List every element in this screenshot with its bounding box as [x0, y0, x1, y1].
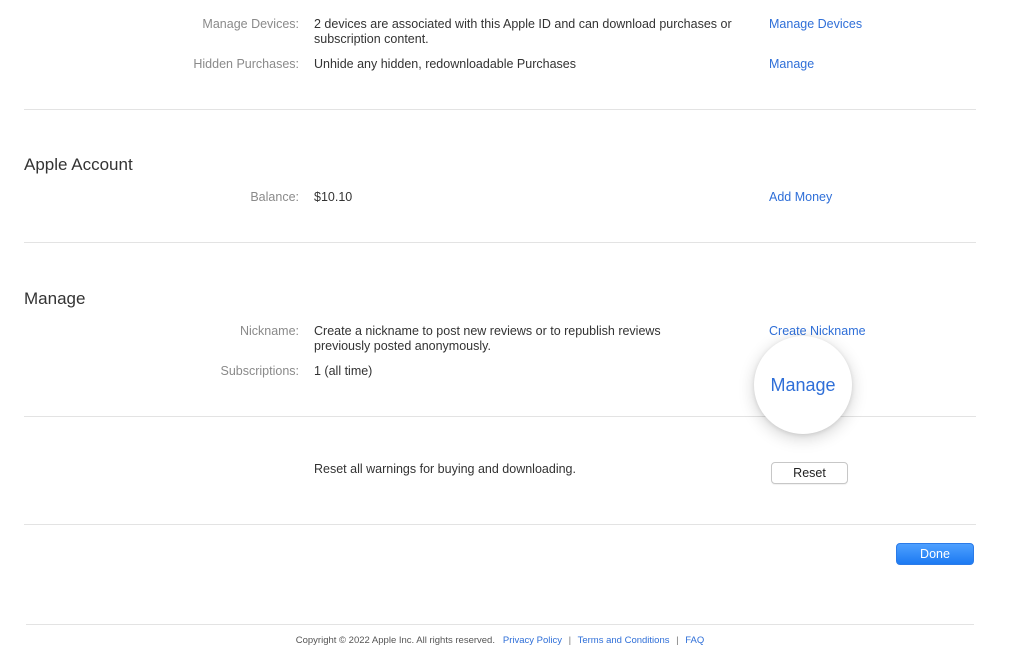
apple-account-heading: Apple Account — [24, 155, 133, 174]
divider — [24, 242, 976, 243]
subscriptions-manage-link[interactable]: Manage — [770, 375, 835, 396]
reset-warnings-description: Reset all warnings for buying and downlo… — [314, 462, 576, 476]
footer-separator: | — [568, 635, 572, 646]
done-button[interactable]: Done — [896, 543, 974, 565]
faq-link[interactable]: FAQ — [685, 635, 704, 646]
balance-label: Balance: — [250, 190, 299, 204]
reset-button[interactable]: Reset — [771, 462, 848, 484]
manage-devices-link[interactable]: Manage Devices — [769, 17, 862, 31]
nickname-label: Nickname: — [239, 324, 299, 338]
subscriptions-label: Subscriptions: — [220, 364, 299, 378]
footer-divider — [26, 624, 974, 625]
divider — [24, 524, 976, 525]
create-nickname-link[interactable]: Create Nickname — [769, 324, 866, 338]
add-money-link[interactable]: Add Money — [769, 190, 832, 204]
manage-heading: Manage — [24, 289, 86, 308]
manage-devices-description: 2 devices are associated with this Apple… — [314, 17, 732, 46]
divider — [24, 109, 976, 110]
hidden-purchases-manage-link[interactable]: Manage — [769, 57, 814, 71]
privacy-policy-link[interactable]: Privacy Policy — [503, 635, 562, 646]
balance-value: $10.10 — [314, 190, 353, 204]
hidden-purchases-label: Hidden Purchases: — [193, 57, 299, 71]
subscriptions-manage-magnifier[interactable]: Manage — [754, 336, 852, 434]
terms-and-conditions-link[interactable]: Terms and Conditions — [578, 635, 670, 646]
nickname-description: Create a nickname to post new reviews or… — [314, 324, 661, 353]
footer: Copyright © 2022 Apple Inc. All rights r… — [0, 635, 1000, 646]
subscriptions-value: 1 (all time) — [314, 364, 373, 378]
manage-devices-label: Manage Devices: — [202, 17, 299, 31]
hidden-purchases-description: Unhide any hidden, redownloadable Purcha… — [314, 57, 576, 71]
footer-separator: | — [676, 635, 679, 646]
copyright-text: Copyright © 2022 Apple Inc. All rights r… — [295, 635, 495, 646]
